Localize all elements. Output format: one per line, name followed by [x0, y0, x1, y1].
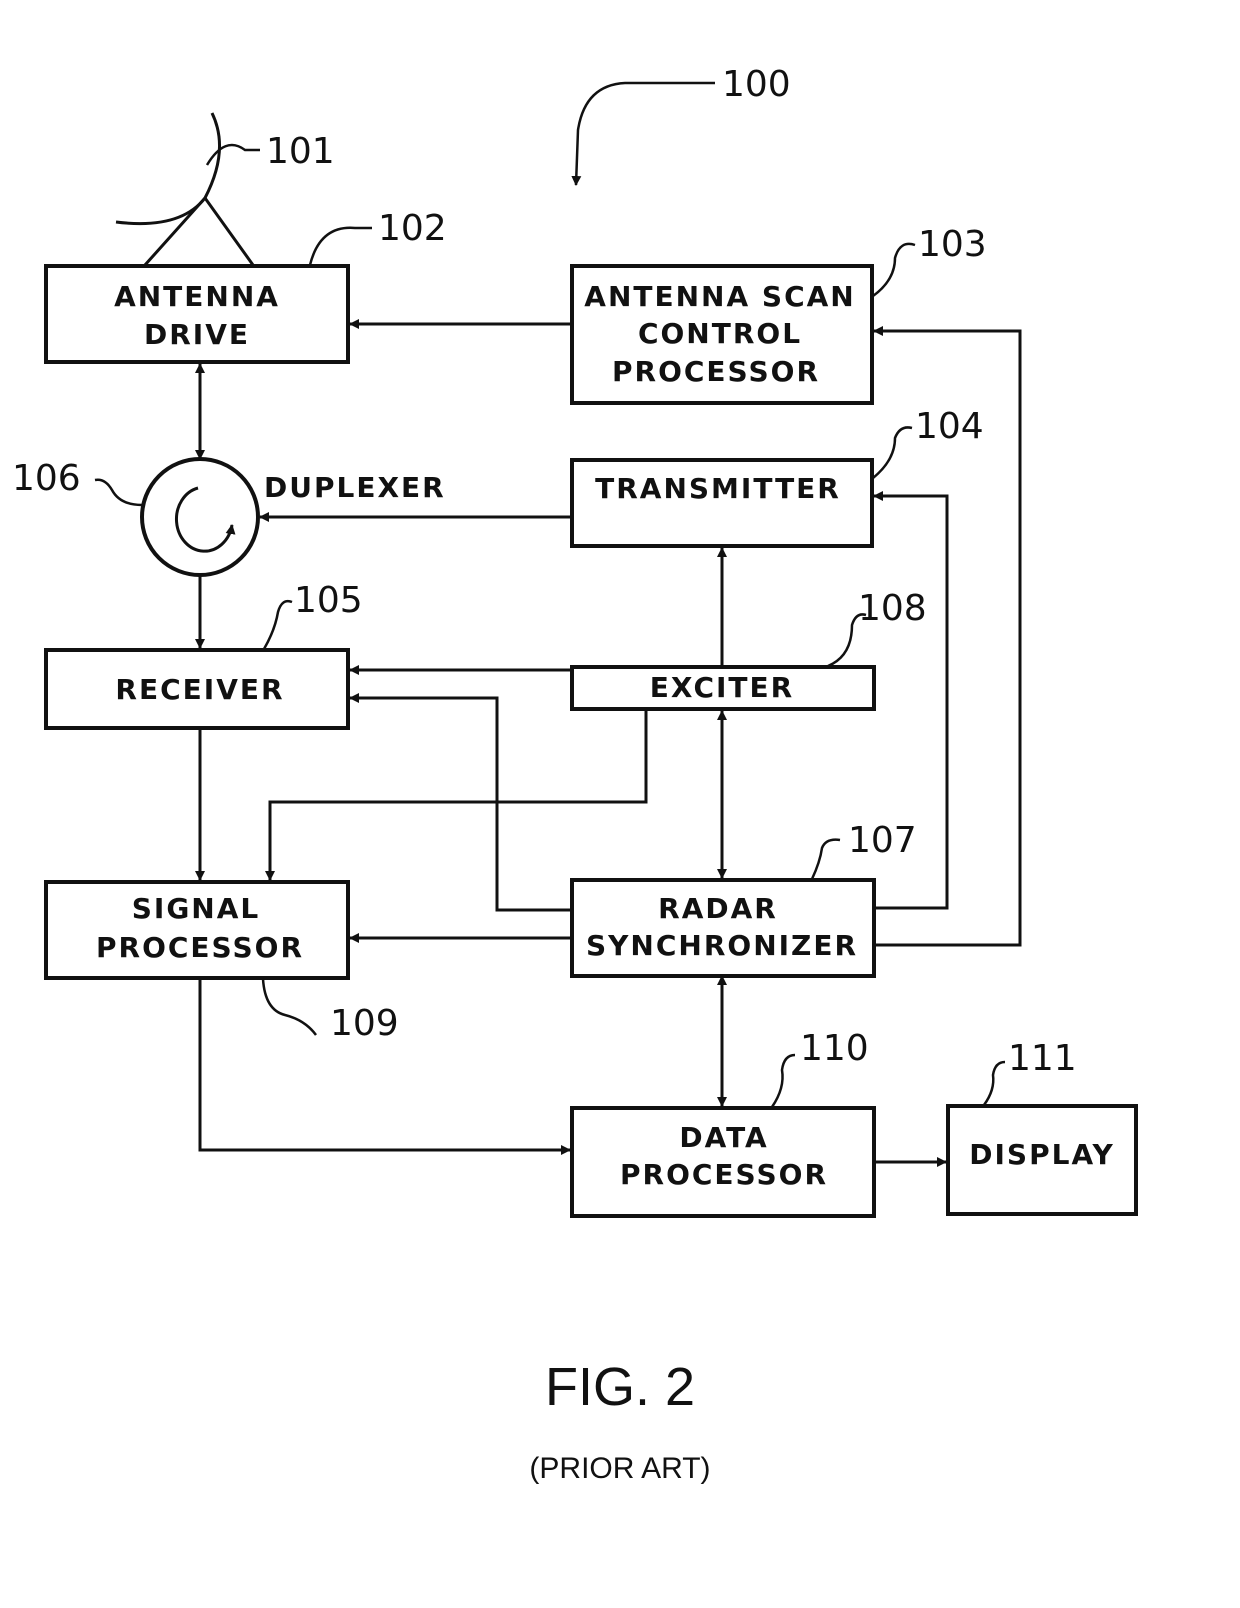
signal-processor-line1: SIGNAL [132, 892, 261, 925]
ref-103: 103 [918, 224, 987, 265]
transmitter-label: TRANSMITTER [595, 472, 841, 505]
figure-subtitle: (PRIOR ART) [529, 1452, 711, 1485]
radar-sync-line2: SYNCHRONIZER [586, 929, 858, 962]
leader-111 [982, 1060, 1006, 1106]
leader-104 [872, 426, 913, 479]
ref-100: 100 [722, 64, 791, 105]
ref-104: 104 [915, 406, 984, 447]
antenna-dish-icon [115, 112, 222, 226]
antenna-drive-block[interactable]: ANTENNA DRIVE 102 [44, 208, 447, 364]
duplexer-circle [140, 457, 260, 577]
leader-101 [205, 143, 260, 166]
leader-106 [94, 478, 143, 507]
antenna-scan-line3: PROCESSOR [612, 355, 820, 388]
radar-sync-line1: RADAR [658, 892, 778, 925]
receiver-block[interactable]: RECEIVER 105 [44, 580, 363, 730]
ref-110: 110 [800, 1028, 869, 1069]
leader-107 [810, 838, 841, 880]
radar-synchronizer-block[interactable]: RADAR SYNCHRONIZER 107 [570, 820, 917, 978]
connections [195, 319, 1022, 1167]
antenna-drive-line1: ANTENNA [114, 280, 280, 313]
display-label: DISPLAY [969, 1138, 1114, 1171]
ref-111: 111 [1008, 1038, 1077, 1079]
duplexer-label: DUPLEXER [264, 471, 446, 504]
wire-exciter-to-signal-processor [265, 709, 648, 881]
signal-processor-block[interactable]: SIGNAL PROCESSOR 109 [44, 880, 399, 1044]
leader-109 [261, 978, 318, 1036]
exciter-label: EXCITER [650, 671, 794, 704]
antenna: 101 [115, 112, 335, 267]
antenna-mount [143, 195, 255, 267]
ref-108: 108 [858, 588, 927, 629]
antenna-scan-block[interactable]: ANTENNA SCAN CONTROL PROCESSOR 103 [570, 224, 987, 405]
ref-101: 101 [266, 131, 335, 172]
transmitter-block[interactable]: TRANSMITTER 104 [570, 406, 984, 548]
system-reference: 100 [571, 64, 791, 186]
display-block[interactable]: DISPLAY 111 [946, 1038, 1138, 1216]
ref-105: 105 [294, 580, 363, 621]
signal-processor-line2: PROCESSOR [96, 931, 304, 964]
exciter-block[interactable]: EXCITER 108 [570, 588, 927, 711]
leader-105 [262, 599, 293, 650]
receiver-label: RECEIVER [115, 673, 284, 706]
data-processor-line2: PROCESSOR [620, 1158, 828, 1191]
ref-102: 102 [378, 208, 447, 249]
figure-title: FIG. 2 [544, 1357, 696, 1417]
ref-106: 106 [12, 458, 81, 499]
antenna-drive-line2: DRIVE [144, 318, 250, 351]
ref-109: 109 [330, 1003, 399, 1044]
data-processor-line1: DATA [679, 1121, 768, 1154]
leader-103 [872, 242, 916, 298]
ref-107: 107 [848, 820, 917, 861]
wire-sync-to-receiver [349, 693, 572, 912]
leader-102 [308, 226, 372, 266]
system-pointer-arrow [571, 81, 715, 186]
leader-110 [770, 1053, 796, 1108]
antenna-scan-line2: CONTROL [638, 317, 802, 350]
antenna-scan-line1: ANTENNA SCAN [584, 280, 855, 313]
